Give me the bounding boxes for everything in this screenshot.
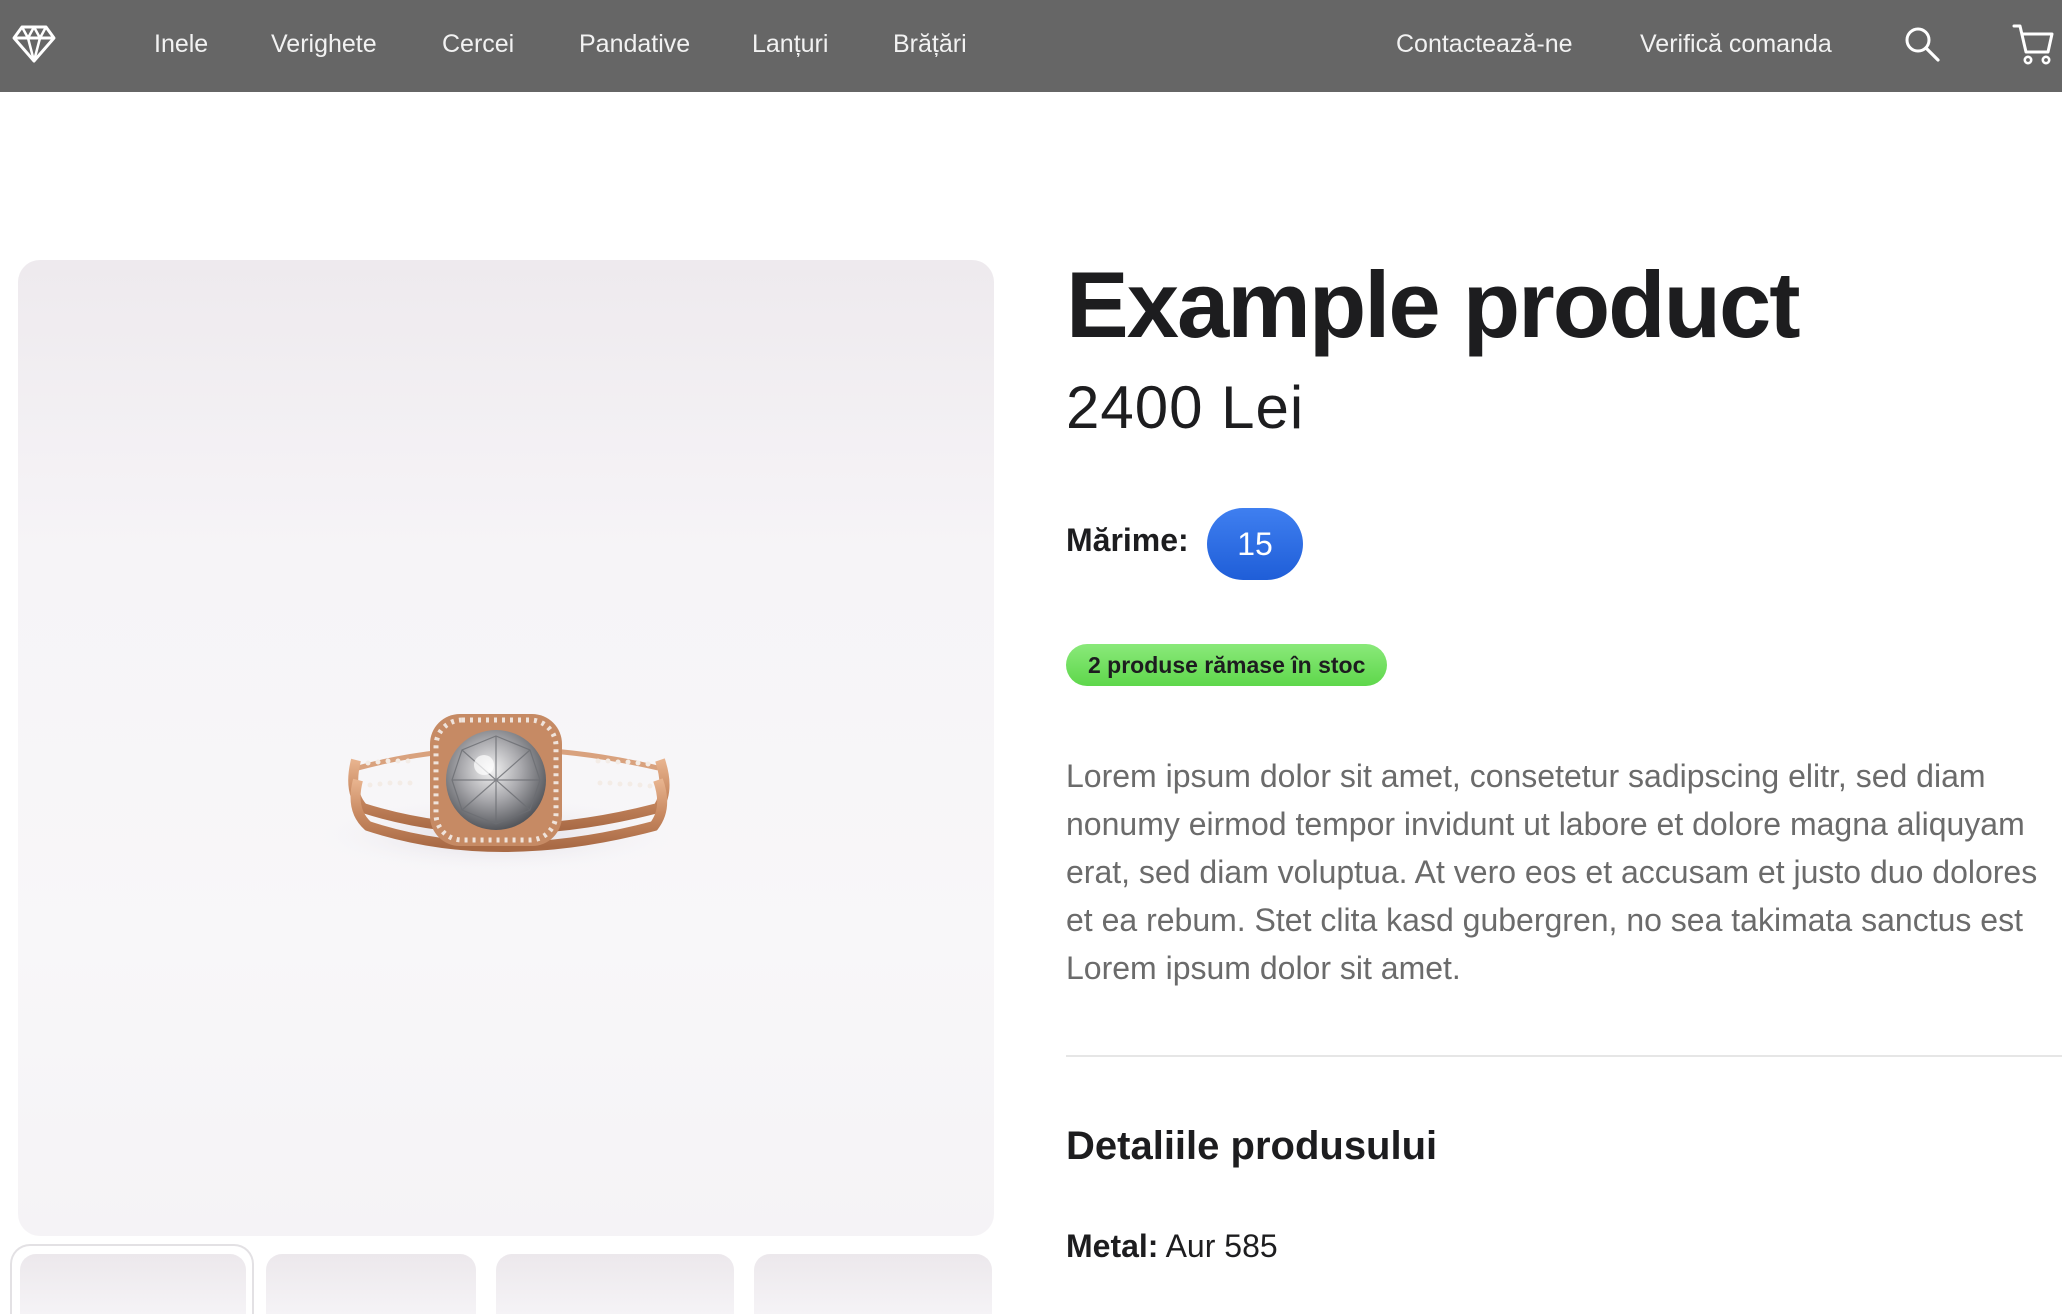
- product-details-heading: Detaliile produsului: [1066, 1124, 1438, 1168]
- spec-key: Metal:: [1066, 1228, 1159, 1264]
- top-navbar: Inele Verighete Cercei Pandative Lanțuri…: [0, 0, 2062, 92]
- nav-link-cercei[interactable]: Cercei: [442, 0, 514, 92]
- nav-link-lanturi[interactable]: Lanțuri: [752, 0, 828, 92]
- nav-link-check-order[interactable]: Verifică comanda: [1640, 0, 1832, 92]
- thumbnail-3[interactable]: [496, 1254, 734, 1314]
- spec-value: Aur 585: [1165, 1228, 1278, 1264]
- stock-status-badge: 2 produse rămase în stoc: [1066, 644, 1388, 686]
- section-divider: [1066, 1055, 2062, 1057]
- product-main-image[interactable]: [18, 260, 994, 1236]
- search-icon[interactable]: [1904, 26, 1940, 62]
- thumbnail-4[interactable]: [754, 1254, 992, 1314]
- product-description: Lorem ipsum dolor sit amet, consetetur s…: [1066, 758, 2038, 986]
- nav-link-verighete[interactable]: Verighete: [271, 0, 377, 92]
- nav-link-pandative[interactable]: Pandative: [579, 0, 690, 92]
- nav-link-bratari[interactable]: Brățări: [893, 0, 967, 92]
- spec-metal: Metal: Aur 585: [1066, 1228, 1278, 1265]
- product-price: 2400 Lei: [1066, 374, 1305, 441]
- nav-link-contact[interactable]: Contactează-ne: [1396, 0, 1573, 92]
- thumbnail-2[interactable]: [266, 1254, 476, 1314]
- size-label: Mărime:: [1066, 522, 1189, 558]
- size-option-button[interactable]: 15: [1207, 508, 1303, 580]
- nav-link-inele[interactable]: Inele: [154, 0, 208, 92]
- cart-icon[interactable]: [2012, 22, 2054, 66]
- diamond-icon[interactable]: [12, 23, 56, 65]
- product-title: Example product: [1066, 252, 1801, 357]
- thumbnail-1[interactable]: [20, 1254, 246, 1314]
